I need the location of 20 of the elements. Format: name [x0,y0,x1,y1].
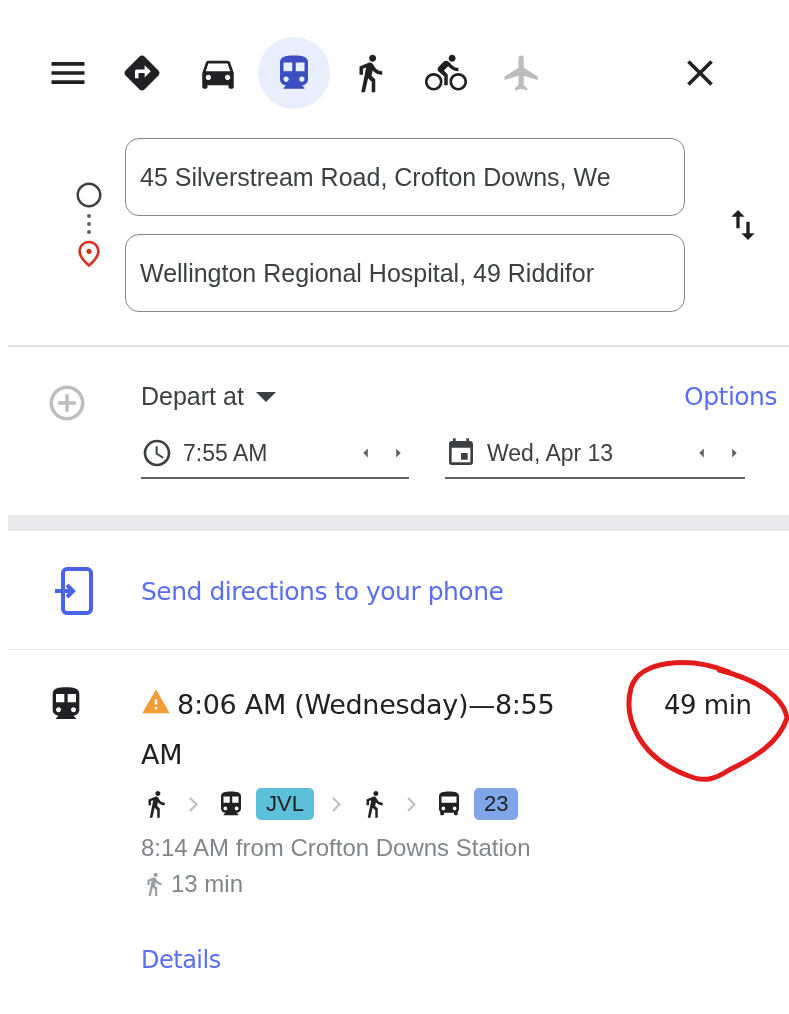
time-picker[interactable]: 7:55 AM [141,437,409,479]
details-link[interactable]: Details [141,946,221,974]
depart-dropdown[interactable]: Depart at [141,382,276,411]
chevron-icon [406,796,416,812]
route-time-range: 8:06 AM (Wednesday)—8:55 AM [141,686,556,772]
options-link[interactable]: Options [684,382,777,411]
line-badge: JVL [256,788,314,820]
date-picker[interactable]: Wed, Apr 13 [445,437,745,479]
route-duration: 49 min [664,689,752,722]
clock-icon [141,437,173,469]
chevron-icon [189,796,198,812]
walking-time: 13 min [171,870,244,898]
send-directions-link[interactable]: Send directions to your phone [141,576,504,606]
line-badge: 23 [473,788,519,820]
dropdown-caret-icon [255,391,276,402]
send-to-phone-icon [54,567,94,615]
origin-field[interactable]: 45 Silverstream Road, Crofton Downs, We [125,138,685,216]
departure-info: 8:14 AM from Crofton Downs Station [141,834,532,862]
destination-field[interactable]: Wellington Regional Hospital, 49 Riddifor [125,234,685,312]
chevron-icon [331,796,341,812]
